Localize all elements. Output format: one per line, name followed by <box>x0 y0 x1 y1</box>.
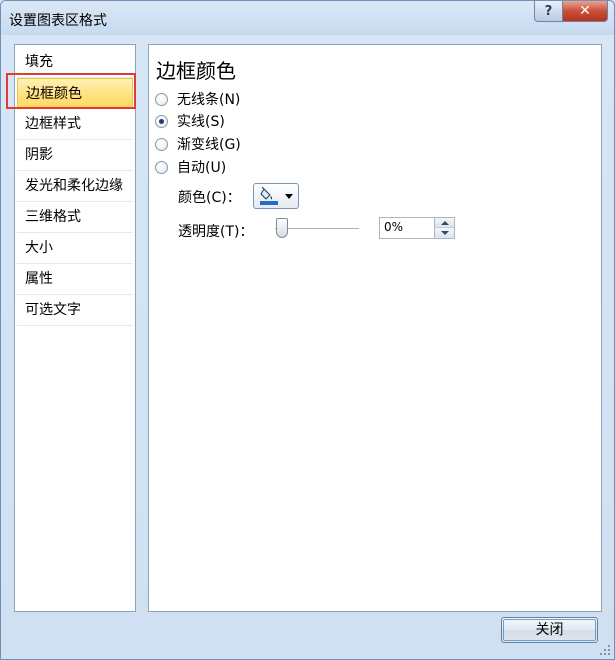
nav-item-alt-text[interactable]: 可选文字 <box>17 295 133 326</box>
radio-gradient-line[interactable]: 渐变线(G) <box>155 134 241 154</box>
nav-item-label: 填充 <box>25 54 53 70</box>
radio-automatic[interactable]: 自动(U) <box>155 157 226 177</box>
paint-bucket-icon <box>260 187 278 205</box>
radio-label: 实线(S) <box>177 114 225 130</box>
section-title: 边框颜色 <box>156 59 236 83</box>
help-button[interactable]: ? <box>534 1 563 22</box>
close-button[interactable]: 关闭 <box>501 617 598 643</box>
spin-buttons <box>434 218 454 238</box>
radio-no-line[interactable]: 无线条(N) <box>155 89 240 109</box>
transparency-spinbox[interactable]: 0% <box>379 217 455 239</box>
spin-down-button[interactable] <box>434 228 454 238</box>
color-label: 颜色(C)： <box>178 190 241 206</box>
spin-up-button[interactable] <box>434 218 454 228</box>
resize-grip-icon[interactable] <box>599 644 611 656</box>
transparency-slider-thumb[interactable] <box>276 218 288 238</box>
chevron-down-icon <box>285 194 293 199</box>
nav-item-label: 发光和柔化边缘 <box>25 178 123 194</box>
nav-item-label: 边框样式 <box>25 116 81 132</box>
close-icon: ✕ <box>579 3 591 19</box>
nav-item-label: 三维格式 <box>25 209 81 225</box>
transparency-value[interactable]: 0% <box>384 220 403 234</box>
title-bar: 设置图表区格式 ? ✕ <box>1 1 614 35</box>
radio-checked-icon <box>155 114 168 128</box>
nav-item-label: 大小 <box>25 240 53 256</box>
format-chart-area-dialog: 设置图表区格式 ? ✕ 填充 边框颜色 边框样式 阴影 发光和柔化边缘 三维格式… <box>0 0 615 660</box>
radio-label: 无线条(N) <box>177 92 241 108</box>
radio-icon <box>155 92 168 106</box>
transparency-label: 透明度(T)： <box>178 224 254 240</box>
nav-item-border-style[interactable]: 边框样式 <box>17 109 133 140</box>
nav-item-size[interactable]: 大小 <box>17 233 133 264</box>
arrow-up-icon <box>441 221 449 225</box>
nav-item-properties[interactable]: 属性 <box>17 264 133 295</box>
window-controls: ? ✕ <box>534 1 608 23</box>
nav-item-3d-format[interactable]: 三维格式 <box>17 202 133 233</box>
nav-item-glow-soft-edges[interactable]: 发光和柔化边缘 <box>17 171 133 202</box>
close-button-label: 关闭 <box>535 622 564 638</box>
nav-item-label: 阴影 <box>25 147 53 163</box>
window-close-button[interactable]: ✕ <box>563 1 608 22</box>
nav-item-shadow[interactable]: 阴影 <box>17 140 133 171</box>
radio-icon <box>155 160 168 174</box>
color-picker-button[interactable] <box>253 183 299 209</box>
options-panel: 边框颜色 无线条(N) 实线(S) 渐变线(G) 自动(U) 颜色(C)： 透明… <box>148 44 602 612</box>
category-list: 填充 边框颜色 边框样式 阴影 发光和柔化边缘 三维格式 大小 属性 可选文字 <box>14 44 136 612</box>
radio-label: 渐变线(G) <box>177 137 241 153</box>
radio-icon <box>155 137 168 151</box>
selection-highlight-annotation <box>6 73 136 109</box>
nav-item-label: 属性 <box>25 271 53 287</box>
help-icon: ? <box>544 3 553 19</box>
arrow-down-icon <box>441 231 449 235</box>
nav-item-label: 可选文字 <box>25 302 81 318</box>
dialog-title: 设置图表区格式 <box>9 13 107 29</box>
radio-label: 自动(U) <box>177 160 227 176</box>
radio-solid-line[interactable]: 实线(S) <box>155 111 225 131</box>
